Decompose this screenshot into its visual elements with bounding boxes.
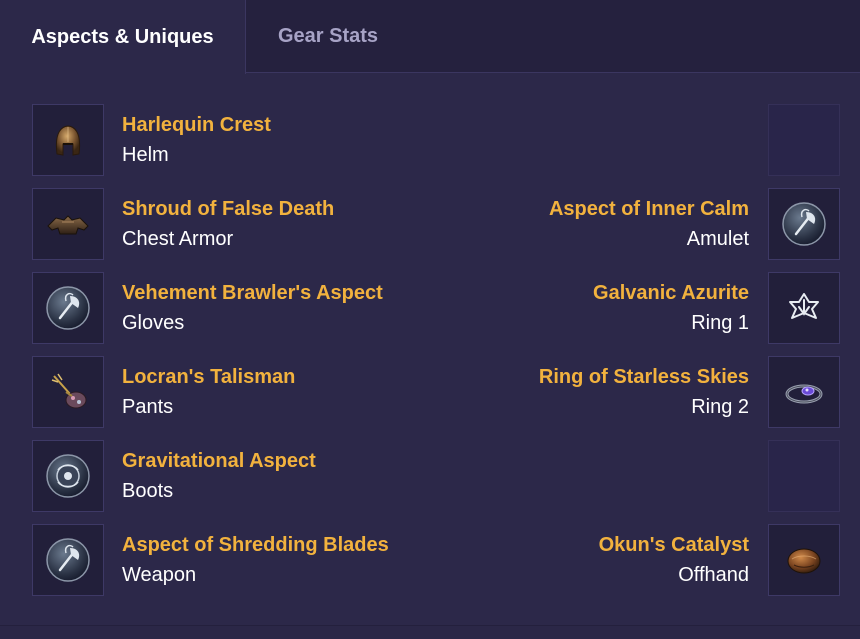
offhand-slot[interactable] [768,524,840,596]
item-name[interactable]: Galvanic Azurite [593,278,749,308]
slot-label: Offhand [678,564,749,586]
ring-1-slot[interactable] [768,272,840,344]
aspect-axe-icon [782,202,826,246]
item-info-weapon: Aspect of Shredding Blades Weapon [122,530,389,590]
item-name[interactable]: Aspect of Inner Calm [549,194,749,224]
slot-label: Amulet [686,228,749,250]
item-info-chest: Shroud of False Death Chest Armor [122,194,334,254]
slot-label: Ring 1 [691,312,749,334]
slot-label: Ring 2 [691,396,749,418]
pants-slot[interactable] [32,356,104,428]
boots-slot[interactable] [32,440,104,512]
slot-label: Helm [122,144,169,166]
slot-label: Weapon [122,564,197,586]
item-info-gloves: Vehement Brawler's Aspect Gloves [122,278,383,338]
slot-label: Pants [122,396,174,418]
talisman-icon [51,373,87,409]
item-info-boots: Gravitational Aspect Boots [122,446,316,506]
empty-slot[interactable] [768,104,840,176]
item-info-pants: Locran's Talisman Pants [122,362,295,422]
item-info-ring-1: Galvanic Azurite Ring 1 [593,278,749,338]
tab-gear-stats[interactable]: Gear Stats [246,0,410,73]
item-info-offhand: Okun's Catalyst Offhand [599,530,749,590]
helm-icon [55,125,81,156]
gloves-slot[interactable] [32,272,104,344]
gravitational-aspect-icon [46,454,90,498]
item-name[interactable]: Aspect of Shredding Blades [122,530,389,560]
tab-aspects-uniques[interactable]: Aspects & Uniques [0,0,246,74]
chest-armor-icon [47,215,89,235]
aspects-panel: Aspects & Uniques Gear Stats Harlequin C… [0,0,860,626]
ring-icon [785,384,823,404]
item-name[interactable]: Okun's Catalyst [599,530,749,560]
item-info-amulet: Aspect of Inner Calm Amulet [549,194,749,254]
slot-label: Gloves [122,312,185,334]
tab-bar: Aspects & Uniques Gear Stats [0,0,860,74]
slot-label: Boots [122,480,174,502]
item-name[interactable]: Vehement Brawler's Aspect [122,278,383,308]
catalyst-icon [787,548,821,574]
empty-slot[interactable] [768,440,840,512]
ring-2-slot[interactable] [768,356,840,428]
item-info-helm: Harlequin Crest Helm [122,110,271,170]
weapon-slot[interactable] [32,524,104,596]
galvanic-sigil-icon [789,293,819,319]
item-name[interactable]: Ring of Starless Skies [539,362,749,392]
chest-armor-slot[interactable] [32,188,104,260]
helm-slot[interactable] [32,104,104,176]
slot-label: Chest Armor [122,228,234,250]
item-name[interactable]: Shroud of False Death [122,194,334,224]
item-info-ring-2: Ring of Starless Skies Ring 2 [539,362,749,422]
item-name[interactable]: Gravitational Aspect [122,446,316,476]
item-name[interactable]: Locran's Talisman [122,362,295,392]
aspect-axe-icon [46,286,90,330]
amulet-slot[interactable] [768,188,840,260]
item-name[interactable]: Harlequin Crest [122,110,271,140]
aspect-axe-icon [46,538,90,582]
